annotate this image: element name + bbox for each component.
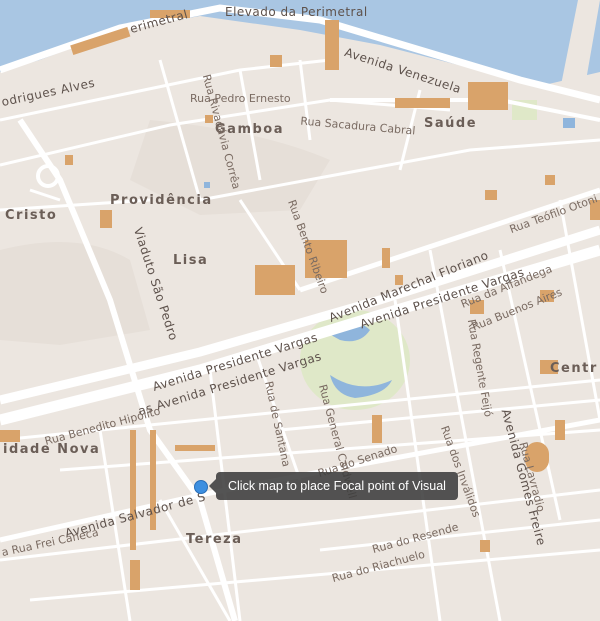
map-base-layer: Gamboa Saúde Providência Cristo Lisa ida… (0, 0, 600, 621)
map-canvas[interactable]: Gamboa Saúde Providência Cristo Lisa ida… (0, 0, 600, 621)
street-elevado: Elevado da Perimetral (225, 5, 368, 19)
district-lisa: Lisa (173, 253, 208, 268)
focal-point-marker[interactable] (194, 480, 208, 494)
district-tereza: Tereza (186, 532, 243, 547)
district-cristo: Cristo (5, 208, 57, 223)
map-instruction-tooltip: Click map to place Focal point of Visual (209, 472, 458, 500)
district-centro: Centr (550, 361, 598, 376)
district-saude: Saúde (424, 116, 477, 131)
district-providencia: Providência (110, 193, 213, 208)
